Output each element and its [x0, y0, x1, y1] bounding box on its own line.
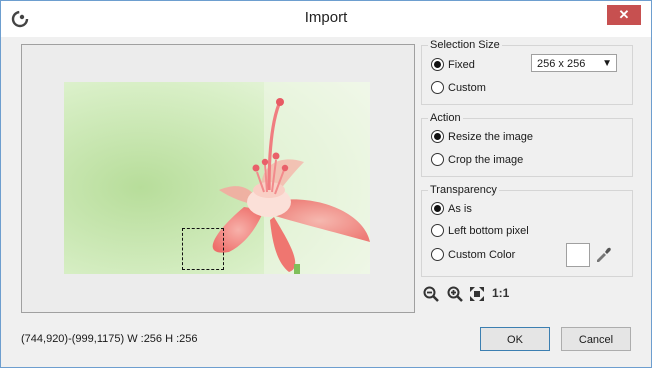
radio-indicator — [431, 247, 444, 261]
crop-image-label: Crop the image — [448, 154, 524, 166]
custom-color-radio[interactable]: Custom Color — [431, 247, 515, 263]
radio-indicator — [431, 223, 444, 237]
custom-color-label: Custom Color — [448, 249, 516, 261]
left-bottom-pixel-label: Left bottom pixel — [448, 225, 529, 237]
left-bottom-pixel-radio[interactable]: Left bottom pixel — [431, 223, 529, 239]
ok-label: OK — [507, 334, 523, 346]
cancel-label: Cancel — [578, 334, 614, 346]
size-select[interactable]: 256 x 256 ▼ — [531, 54, 617, 72]
zoom-out-icon[interactable] — [423, 286, 439, 302]
actual-size-label: 1:1 — [492, 286, 510, 300]
transparency-legend: Transparency — [428, 184, 499, 196]
crop-selection-rect[interactable] — [182, 228, 224, 270]
radio-indicator — [431, 201, 444, 215]
resize-image-label: Resize the image — [448, 131, 533, 143]
radio-indicator — [431, 57, 444, 71]
size-select-value: 256 x 256 — [537, 58, 586, 70]
actual-size-button[interactable]: 1:1 — [492, 286, 509, 300]
ok-button[interactable]: OK — [480, 327, 550, 351]
custom-label: Custom — [448, 82, 486, 94]
chevron-down-icon: ▼ — [602, 58, 612, 69]
image-preview-panel[interactable] — [21, 44, 415, 313]
radio-indicator — [431, 129, 444, 143]
crop-image-radio[interactable]: Crop the image — [431, 152, 523, 168]
title-bar[interactable]: Import ✕ — [1, 1, 651, 37]
fixed-label: Fixed — [448, 59, 475, 71]
action-legend: Action — [428, 112, 463, 124]
fit-to-window-icon[interactable] — [469, 286, 485, 302]
close-icon: ✕ — [618, 7, 630, 22]
as-is-radio[interactable]: As is — [431, 201, 472, 217]
custom-radio[interactable]: Custom — [431, 80, 486, 96]
radio-indicator — [431, 80, 444, 94]
action-group: Action — [421, 112, 633, 177]
eyedropper-icon[interactable] — [595, 246, 613, 264]
resize-image-radio[interactable]: Resize the image — [431, 129, 533, 145]
as-is-label: As is — [448, 203, 472, 215]
window-title: Import — [304, 9, 348, 26]
radio-indicator — [431, 152, 444, 166]
custom-color-swatch[interactable] — [566, 243, 590, 267]
zoom-in-icon[interactable] — [447, 286, 463, 302]
cancel-button[interactable]: Cancel — [561, 327, 631, 351]
fixed-radio[interactable]: Fixed — [431, 57, 475, 73]
selection-size-legend: Selection Size — [428, 39, 502, 51]
selection-status: (744,920)-(999,1175) W :256 H :256 — [21, 333, 198, 345]
close-button[interactable]: ✕ — [607, 5, 641, 25]
import-dialog: Import ✕ Selection Size Fixed Custom 256… — [0, 0, 652, 368]
